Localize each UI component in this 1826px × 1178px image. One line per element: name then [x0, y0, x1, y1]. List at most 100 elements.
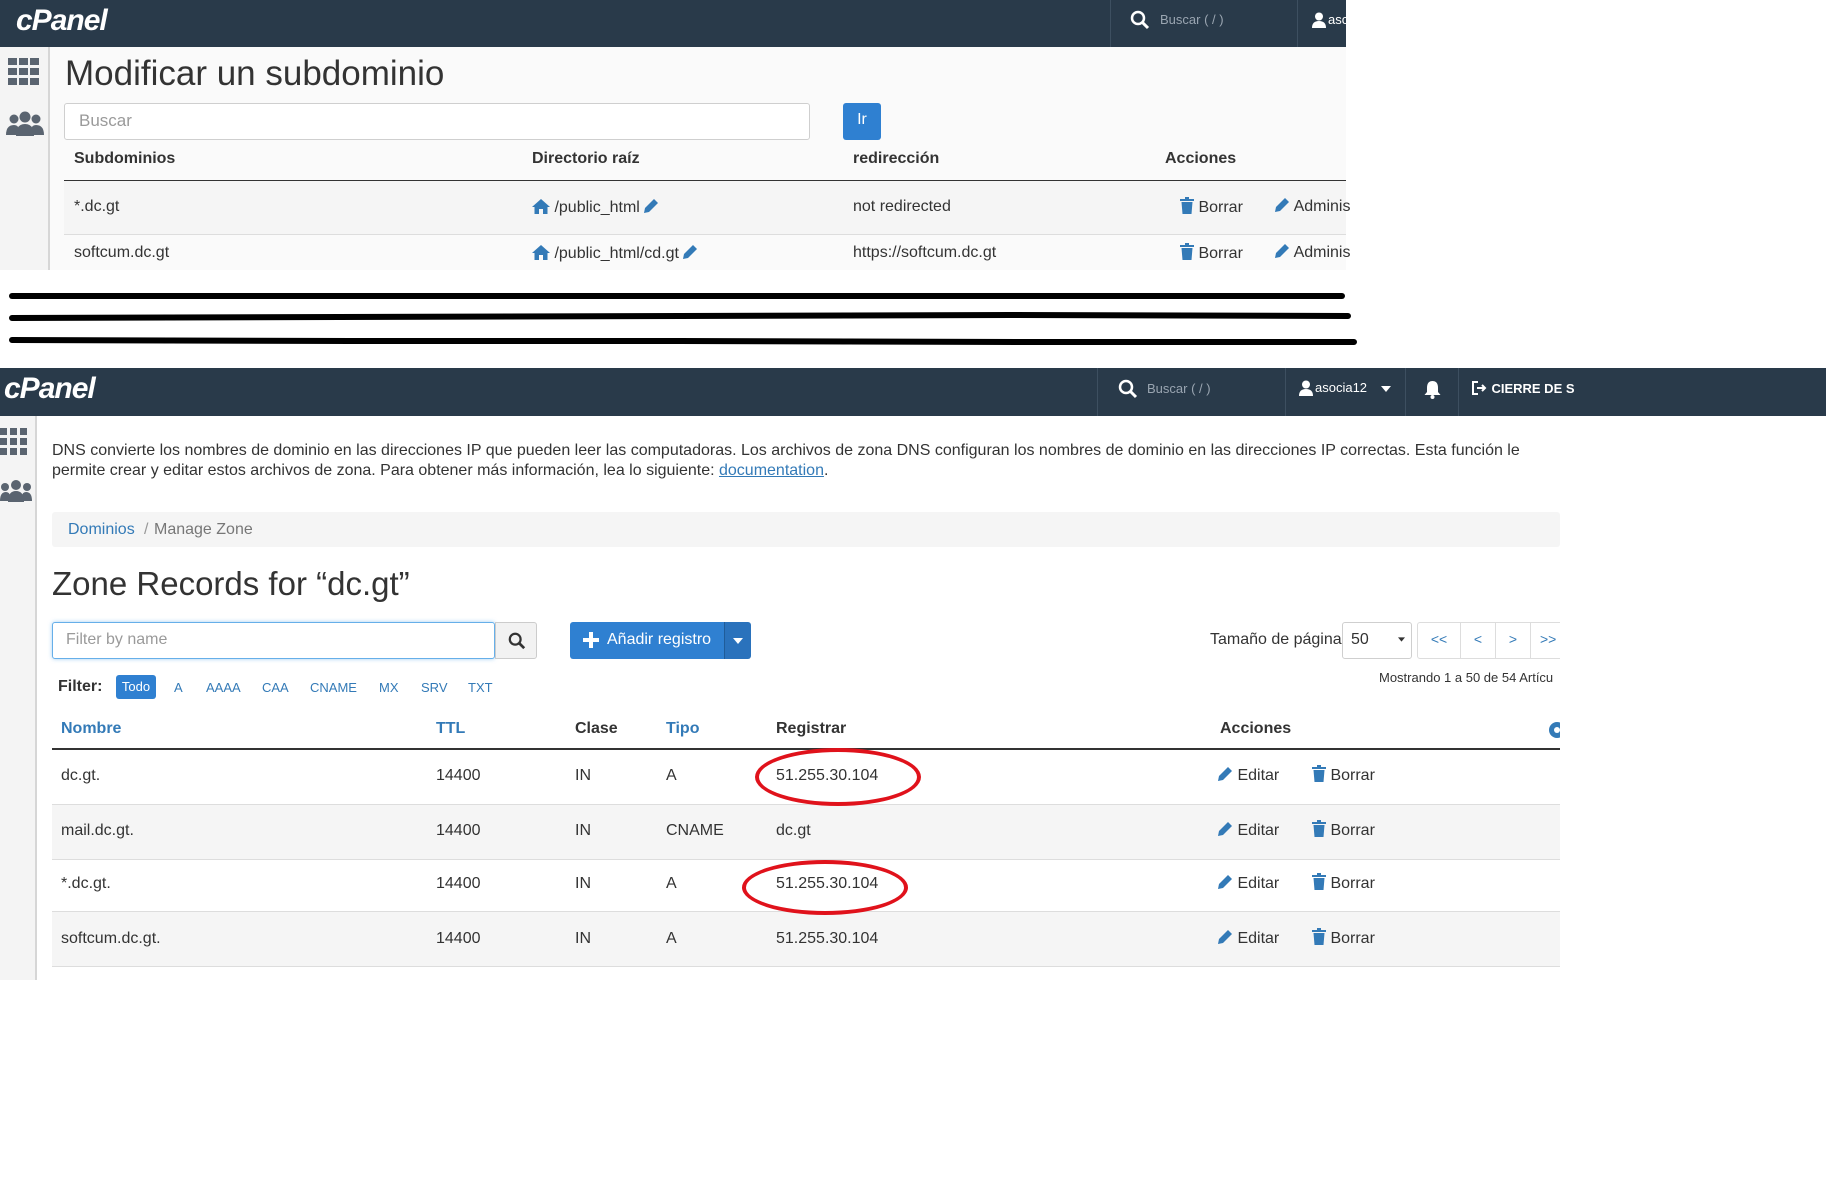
bottom-panel: cPanel Buscar ( / ) asocia12 CIERRE DE S — [0, 368, 1826, 980]
user-menu[interactable]: asocia12 — [1299, 380, 1399, 404]
filter-chip-a[interactable]: A — [174, 680, 183, 695]
manage-label: Adminis — [1293, 198, 1351, 215]
navbar-divider-2 — [1285, 368, 1286, 416]
apps-grid-icon[interactable] — [8, 58, 40, 86]
pencil-icon — [1218, 767, 1232, 781]
top-panel: cPanel Buscar ( / ) asc Modificar un sub… — [0, 0, 1350, 270]
delete-link[interactable]: Borrar — [1312, 820, 1375, 840]
delete-label: Borrar — [1330, 822, 1375, 839]
cpanel-logo[interactable]: cPanel — [16, 4, 108, 38]
delete-label: Borrar — [1198, 199, 1243, 216]
trash-icon — [1312, 928, 1326, 945]
record-type: A — [666, 875, 677, 892]
pager-next[interactable]: > — [1495, 622, 1531, 659]
delete-link[interactable]: Borrar — [1312, 765, 1375, 785]
navbar-search-placeholder: Buscar ( / ) — [1147, 381, 1211, 396]
edit-link[interactable]: Editar — [1218, 766, 1279, 785]
manage-label: Adminis — [1293, 244, 1351, 261]
record-ttl: 14400 — [436, 767, 481, 784]
edit-label: Editar — [1237, 767, 1280, 784]
logout-icon — [1472, 381, 1487, 395]
col-name[interactable]: Nombre — [61, 720, 121, 738]
docroot-path: /public_html — [554, 199, 640, 216]
trash-icon — [1312, 820, 1326, 837]
edit-label: Editar — [1237, 822, 1280, 839]
delete-label: Borrar — [1330, 767, 1375, 784]
pencil-icon — [1218, 822, 1232, 836]
separator-strokes — [9, 293, 1357, 345]
apps-grid-icon[interactable] — [0, 428, 28, 456]
docroot-link[interactable]: /public_html — [532, 198, 659, 217]
subdomain-row: softcum.dc.gt /public_html/cd.gt https:/… — [64, 235, 1350, 270]
subdomain-name: *.dc.gt — [74, 198, 120, 215]
filter-search-button[interactable] — [495, 622, 537, 659]
docroot-path: /public_html/cd.gt — [554, 245, 679, 262]
record-name: softcum.dc.gt. — [61, 930, 161, 947]
delete-link[interactable]: Borrar — [1180, 197, 1243, 217]
delete-link[interactable]: Borrar — [1312, 928, 1375, 948]
delete-link[interactable]: Borrar — [1180, 243, 1243, 263]
redirect-link[interactable]: https://softcum.dc.gt — [853, 244, 996, 262]
page-size-select[interactable]: 50 — [1342, 622, 1412, 659]
users-icon[interactable] — [6, 111, 44, 137]
docroot-link[interactable]: /public_html/cd.gt — [532, 244, 698, 263]
top-navbar: cPanel Buscar ( / ) asc — [0, 0, 1348, 47]
intro-end: . — [823, 462, 829, 479]
page-title: Modificar un subdominio — [65, 54, 445, 93]
filter-chip-aaaa[interactable]: AAAA — [206, 680, 241, 695]
record-type: A — [666, 767, 677, 784]
filter-chip-cname[interactable]: CNAME — [310, 680, 357, 695]
pencil-icon — [1275, 198, 1289, 212]
navbar-search[interactable]: Buscar ( / ) — [1130, 10, 1290, 36]
col-actions: Acciones — [1165, 150, 1237, 167]
trash-icon — [1312, 873, 1326, 890]
documentation-link[interactable]: documentation — [719, 462, 824, 479]
zone-title: Zone Records for “dc.gt” — [52, 565, 410, 602]
add-record-button[interactable]: Añadir registro — [570, 622, 724, 659]
filter-name-input[interactable]: Filter by name — [52, 622, 495, 659]
edit-label: Editar — [1237, 930, 1280, 947]
bell-icon[interactable] — [1424, 380, 1441, 399]
manage-link[interactable]: Adminis — [1275, 197, 1350, 216]
record-value: dc.gt — [776, 822, 811, 839]
edit-link[interactable]: Editar — [1218, 874, 1279, 893]
pager-first[interactable]: << — [1417, 622, 1461, 659]
search-icon — [508, 632, 526, 650]
subdomain-row: *.dc.gt /public_html not redirected Borr… — [64, 181, 1350, 235]
add-record-dropdown[interactable] — [724, 622, 751, 659]
col-ttl[interactable]: TTL — [436, 720, 465, 738]
filter-chip-txt[interactable]: TXT — [468, 680, 493, 695]
delete-link[interactable]: Borrar — [1312, 873, 1375, 893]
pager-last[interactable]: >> — [1530, 622, 1560, 659]
user-icon — [1312, 12, 1326, 28]
filter-chip-srv[interactable]: SRV — [421, 680, 448, 695]
manage-link[interactable]: Adminis — [1275, 243, 1350, 262]
filter-chip-all[interactable]: Todo — [116, 675, 156, 699]
users-icon[interactable] — [0, 479, 32, 503]
logout-link[interactable]: CIERRE DE S — [1472, 380, 1575, 398]
cpanel-logo[interactable]: cPanel — [4, 372, 96, 406]
record-ttl: 14400 — [436, 930, 481, 947]
top-sidebar — [0, 47, 50, 270]
page-size-value: 50 — [1351, 631, 1369, 648]
filter-chip-caa[interactable]: CAA — [262, 680, 289, 695]
go-button[interactable]: Ir — [843, 103, 881, 140]
edit-link[interactable]: Editar — [1218, 929, 1279, 948]
pager-prev[interactable]: < — [1460, 622, 1496, 659]
breadcrumb: Dominios / Manage Zone — [52, 512, 1560, 547]
edit-link[interactable]: Editar — [1218, 821, 1279, 840]
search-icon — [1118, 379, 1138, 399]
navbar-search[interactable]: Buscar ( / ) — [1118, 379, 1278, 405]
record-name: mail.dc.gt. — [61, 822, 134, 839]
pencil-icon — [1275, 244, 1289, 258]
breadcrumb-home[interactable]: Dominios — [68, 521, 135, 539]
subdomain-search-input[interactable]: Buscar — [64, 103, 810, 140]
record-ttl: 14400 — [436, 875, 481, 892]
user-icon — [1299, 380, 1313, 396]
settings-gear-icon[interactable] — [1547, 720, 1560, 740]
record-class: IN — [575, 875, 591, 892]
record-class: IN — [575, 930, 591, 947]
col-type[interactable]: Tipo — [666, 720, 699, 738]
record-name: dc.gt. — [61, 767, 101, 784]
filter-chip-mx[interactable]: MX — [379, 680, 399, 695]
